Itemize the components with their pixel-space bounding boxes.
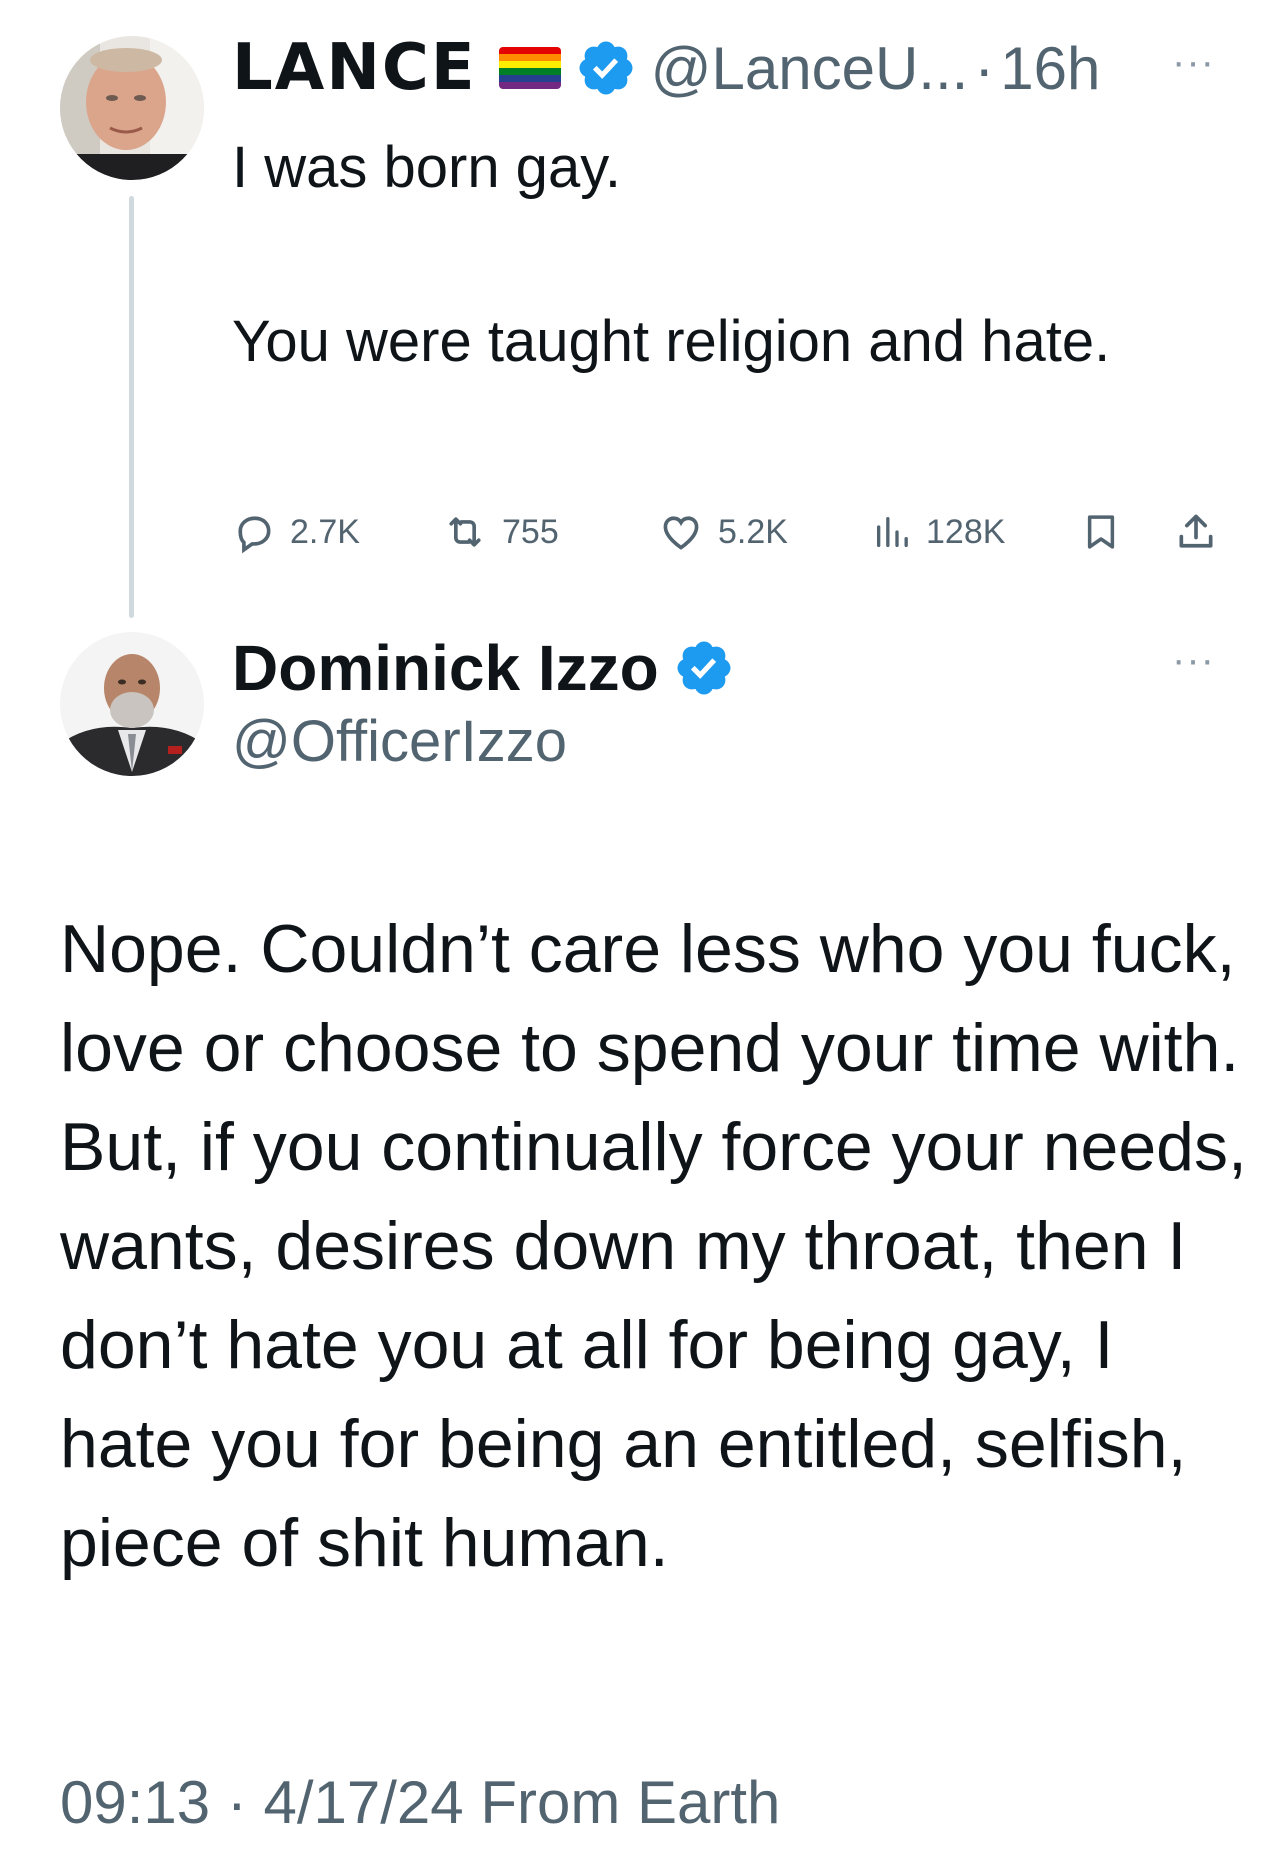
- view-count: 128K: [926, 512, 1006, 551]
- bookmark-button[interactable]: [1080, 504, 1122, 560]
- user-handle[interactable]: @LanceU...: [651, 34, 969, 103]
- reply-tweet-text: Nope. Couldn’t care less who you fuck, l…: [60, 911, 1247, 1581]
- verified-badge-icon[interactable]: [673, 637, 735, 699]
- timestamp[interactable]: 16h: [1000, 34, 1100, 103]
- share-upload-icon: [1174, 509, 1218, 555]
- views-button[interactable]: 128K: [872, 504, 1005, 560]
- share-button[interactable]: [1174, 504, 1218, 560]
- tweet-timestamp-meta[interactable]: 09:13 · 4/17/24 From Earth: [60, 1768, 780, 1837]
- heart-icon: [658, 510, 704, 554]
- analytics-bars-icon: [872, 510, 912, 554]
- parent-tweet-header: LANCE @LanceU... · 16h: [232, 31, 1100, 105]
- user-handle[interactable]: @OfficerIzzo: [232, 708, 567, 775]
- repost-icon: [442, 510, 488, 554]
- thread-connector-line: [129, 196, 134, 618]
- avatar-lance[interactable]: [60, 36, 204, 180]
- rainbow-flag-icon: [498, 47, 561, 89]
- verified-badge-icon[interactable]: [575, 37, 637, 99]
- bookmark-icon: [1080, 509, 1122, 555]
- like-count: 5.2K: [718, 512, 788, 551]
- more-options-icon[interactable]: ···: [1172, 640, 1215, 680]
- display-name[interactable]: Dominick Izzo: [232, 631, 659, 705]
- reply-count: 2.7K: [290, 512, 360, 551]
- repost-count: 755: [502, 512, 559, 551]
- reply-icon: [232, 510, 276, 554]
- display-name[interactable]: LANCE: [232, 31, 477, 105]
- more-options-icon[interactable]: ···: [1172, 42, 1215, 82]
- parent-tweet-text: I was born gay. You were taught religion…: [232, 124, 1132, 386]
- reply-button[interactable]: 2.7K: [232, 504, 360, 560]
- avatar-dominick-izzo[interactable]: [60, 632, 204, 776]
- tweet-action-bar: 2.7K 755 5.2K 128K: [232, 504, 1232, 560]
- repost-button[interactable]: 755: [442, 504, 559, 560]
- like-button[interactable]: 5.2K: [658, 504, 788, 560]
- tweet-text-line: You were taught religion and hate.: [232, 309, 1111, 374]
- tweet-text-line: I was born gay.: [232, 135, 622, 200]
- reply-tweet-header: Dominick Izzo: [232, 630, 735, 706]
- dot-separator: ·: [974, 34, 995, 102]
